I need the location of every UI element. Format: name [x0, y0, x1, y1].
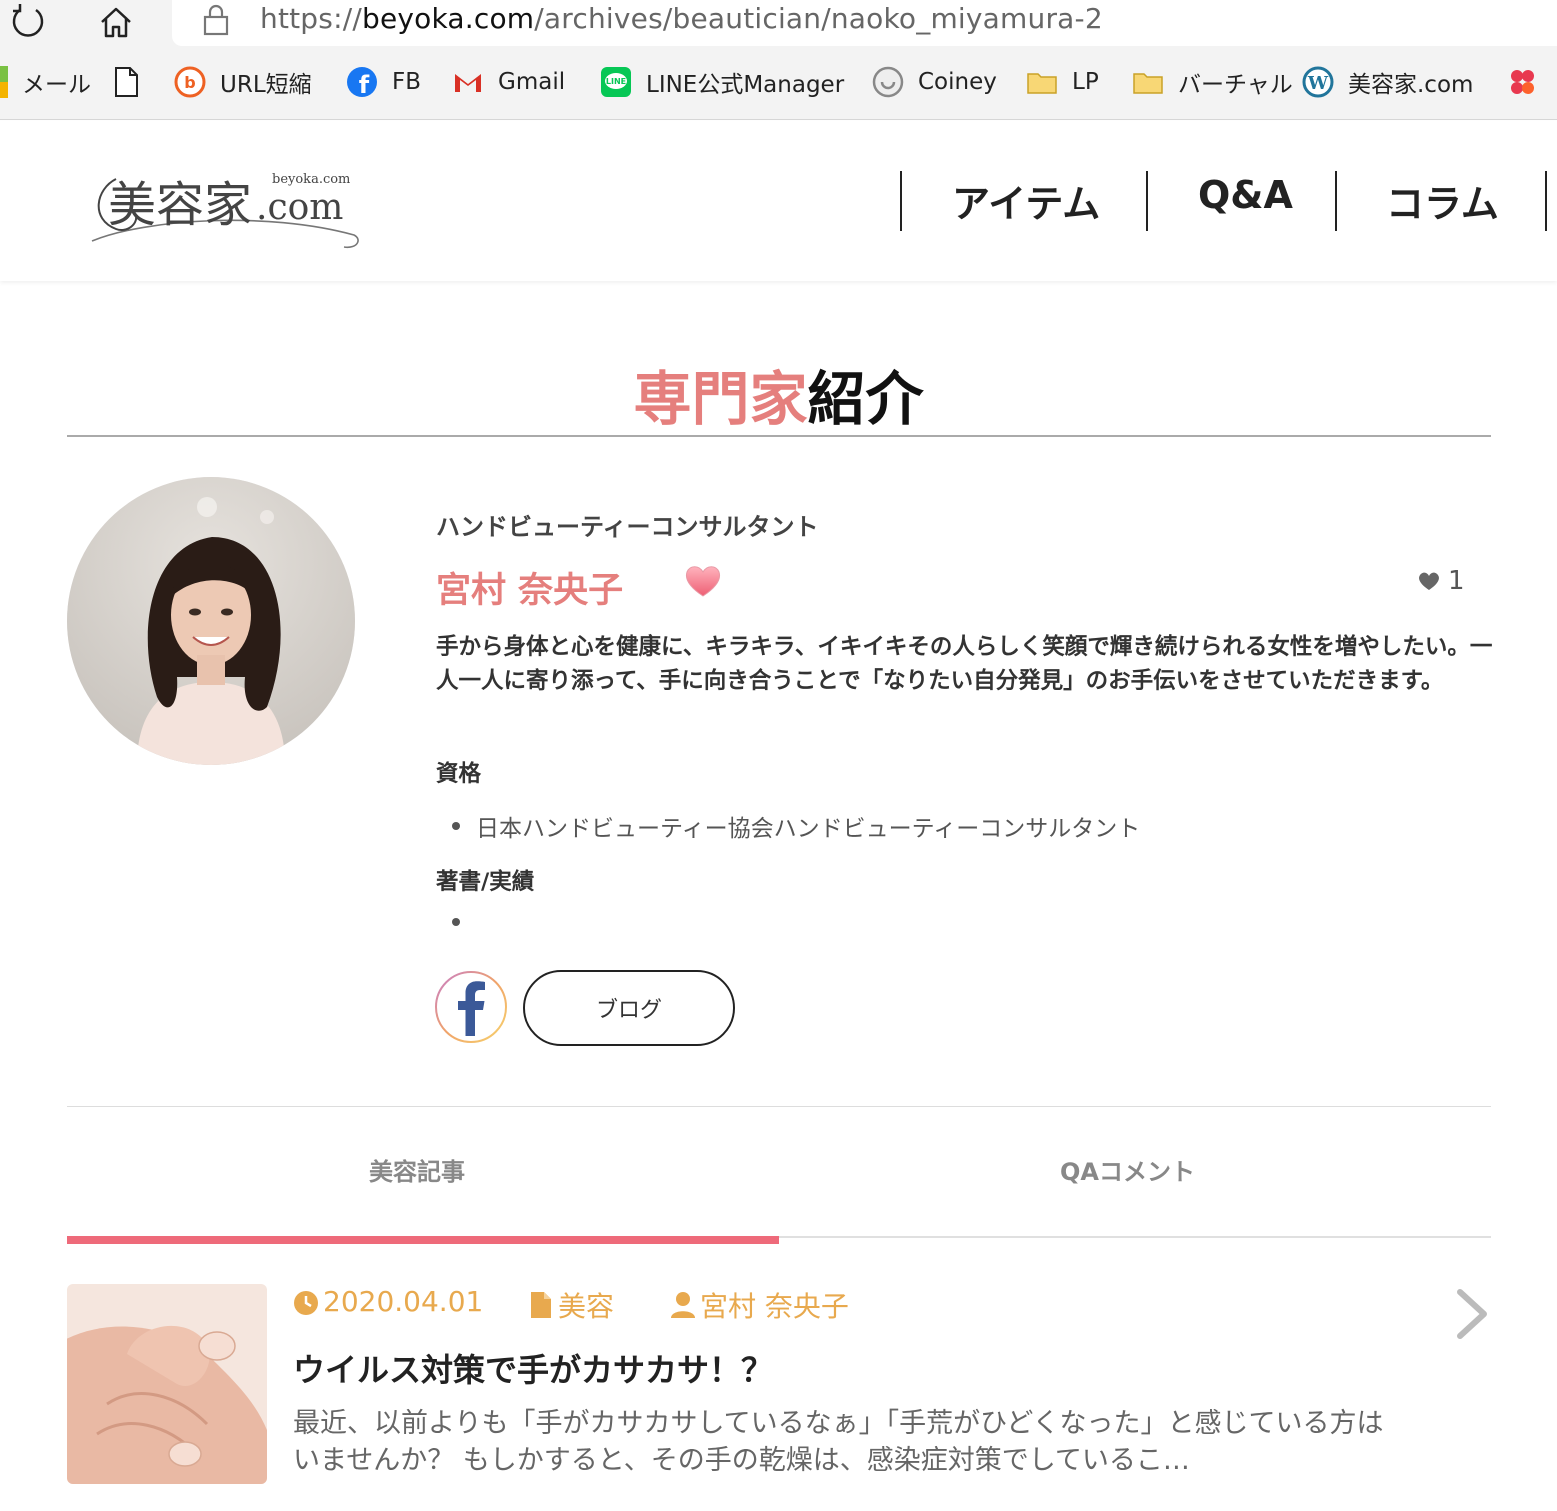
nav-divider	[1146, 171, 1148, 231]
profile-role: ハンドビューティーコンサルタント	[436, 513, 819, 541]
article-thumbnail[interactable]	[67, 1284, 267, 1484]
section-divider	[67, 1106, 1491, 1107]
svg-text:beyoka.com: beyoka.com	[272, 172, 350, 187]
reload-icon[interactable]	[8, 2, 48, 42]
facebook-icon: f	[347, 67, 377, 98]
bookmark-page[interactable]	[110, 64, 156, 100]
works-item	[452, 918, 476, 926]
lock-icon	[203, 4, 229, 36]
wordpress-icon: W	[1302, 66, 1334, 98]
works-heading: 著書/実績	[436, 869, 535, 895]
bookmark-virtual[interactable]: バーチャル	[1132, 64, 1293, 100]
home-icon[interactable]	[96, 2, 136, 42]
bitly-icon: b	[174, 66, 206, 98]
nav-qa[interactable]: Q&A	[1198, 173, 1293, 217]
blog-button[interactable]: ブログ	[523, 970, 735, 1046]
chevron-right-icon[interactable]	[1452, 1286, 1492, 1342]
bookmark-coiney[interactable]: Coiney	[872, 64, 997, 100]
svg-text:.com: .com	[256, 187, 343, 228]
folder-icon	[1133, 73, 1163, 94]
article-category[interactable]: 美容	[528, 1285, 614, 1325]
mail-icon	[0, 66, 8, 98]
article-date: 2020.04.01	[293, 1285, 483, 1318]
bookmark-gmail[interactable]: Gmail	[452, 64, 565, 100]
article-author[interactable]: 宮村 奈央子	[670, 1285, 849, 1325]
tab-qa-comments[interactable]: QAコメント	[1060, 1152, 1195, 1187]
qualification-item: 日本ハンドビューティー協会ハンドビューティーコンサルタント	[452, 809, 1140, 843]
document-icon	[531, 1292, 551, 1318]
clock-icon	[294, 1290, 318, 1315]
qualifications-heading: 資格	[436, 761, 482, 787]
flower-app-icon[interactable]	[1506, 66, 1538, 98]
site-logo[interactable]: 美容家 .com beyoka.com	[86, 149, 366, 259]
bookmark-lp[interactable]: LP	[1026, 64, 1099, 100]
line-icon: LINE	[601, 67, 631, 97]
bookmarks-bar: メール b URL短縮 f FB Gmail LINE LINE公式Manage…	[0, 48, 1557, 120]
bookmark-url-shortener[interactable]: b URL短縮	[174, 64, 312, 100]
bookmark-fb[interactable]: f FB	[346, 64, 421, 100]
nav-divider	[1335, 171, 1337, 231]
like-count: 1	[1418, 566, 1465, 596]
page-title: 専門家紹介	[633, 365, 924, 433]
folder-icon	[1027, 73, 1057, 94]
nav-divider	[900, 171, 902, 231]
nav-items[interactable]: アイテム	[952, 173, 1100, 228]
facebook-button[interactable]	[434, 970, 508, 1044]
avatar	[67, 477, 355, 765]
nav-column[interactable]: コラム	[1386, 173, 1499, 228]
tab-beauty-articles[interactable]: 美容記事	[369, 1152, 465, 1187]
svg-text:f: f	[359, 71, 370, 98]
svg-text:b: b	[184, 73, 195, 92]
tab-active-indicator	[67, 1236, 779, 1244]
page-icon	[115, 67, 138, 97]
profile-intro: 手から身体と心を健康に、キラキラ、イキイキその人らしく笑顔で輝き続けられる女性を…	[436, 634, 1493, 694]
heart-icon	[1419, 572, 1439, 590]
nav-divider	[1545, 171, 1547, 231]
svg-text:美容家: 美容家	[108, 177, 252, 233]
gmail-icon	[455, 74, 481, 92]
site-header: 美容家 .com beyoka.com アイテム Q&A コラム	[0, 121, 1557, 281]
svg-text:LINE: LINE	[606, 77, 626, 86]
bookmark-mail[interactable]: メール	[0, 64, 91, 100]
url-text[interactable]: https://beyoka.com/archives/beautician/n…	[260, 2, 1103, 35]
bookmark-line[interactable]: LINE LINE公式Manager	[600, 64, 844, 100]
user-icon	[671, 1292, 695, 1318]
bookmark-beyoka[interactable]: W 美容家.com	[1302, 64, 1473, 100]
svg-text:W: W	[1307, 73, 1329, 94]
article-title[interactable]: ウイルス対策で手がカサカサ！？	[293, 1345, 773, 1391]
title-divider	[67, 435, 1491, 437]
profile-name: 宮村 奈央子	[436, 571, 624, 611]
heart-icon[interactable]	[684, 564, 722, 598]
article-excerpt: 最近、以前よりも「手がカサカサしているなぁ」「手荒がひどくなった」と感じている方…	[293, 1408, 1384, 1476]
browser-toolbar: https://beyoka.com/archives/beautician/n…	[0, 0, 1557, 48]
coiney-icon	[872, 66, 904, 98]
